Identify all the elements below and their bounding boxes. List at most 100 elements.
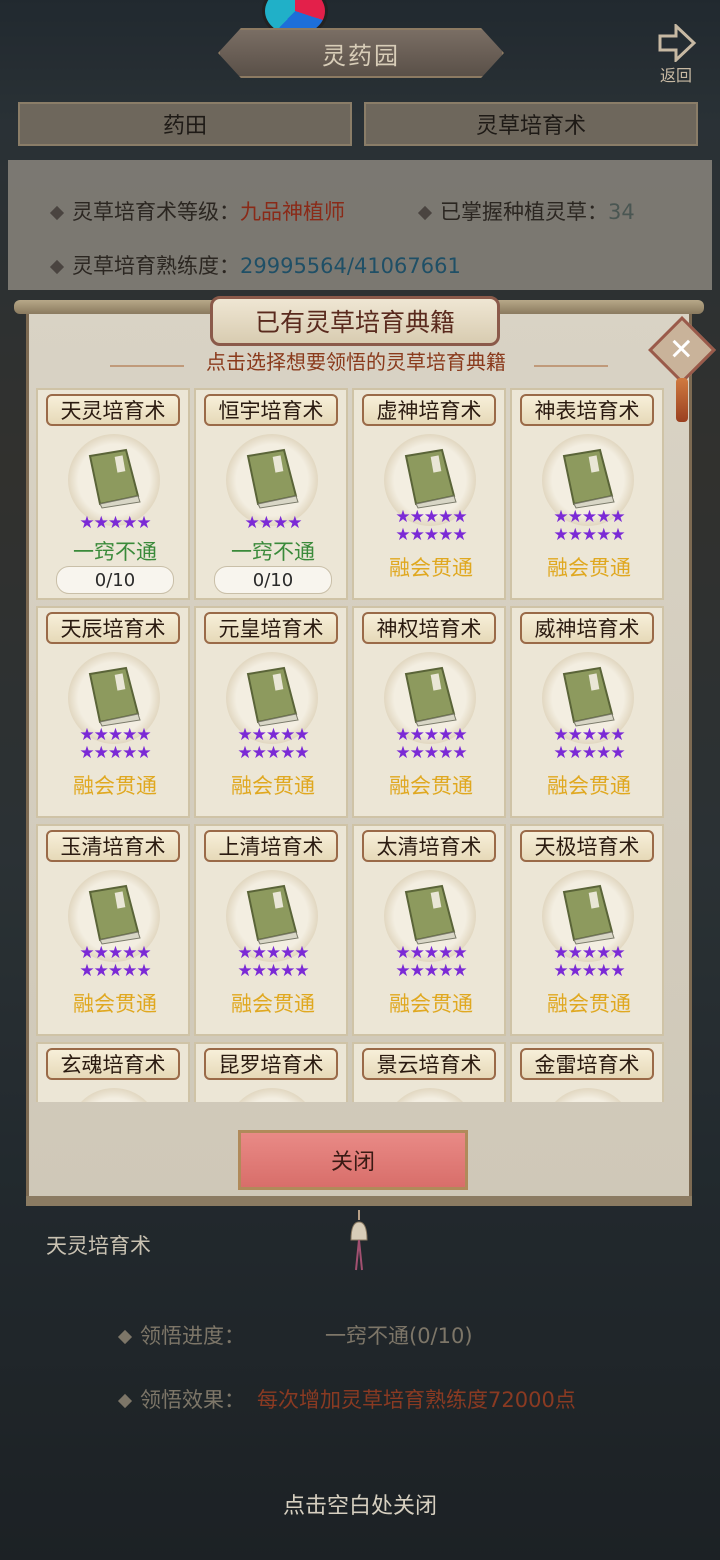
book-name: 上清培育术 <box>204 830 338 862</box>
level-row: 灵草培育术等级：九品神植师 <box>49 196 345 226</box>
bell-ornament-icon <box>350 1210 368 1271</box>
book-card[interactable]: 元皇培育术 ★★★★★ ★★★★★ 融会贯通 <box>194 606 348 818</box>
book-card[interactable]: 太清培育术 ★★★★★ ★★★★★ 融会贯通 <box>352 824 506 1036</box>
star-rating-row: ★★★★★ <box>237 943 309 963</box>
star-rating-row: ★★★★★ <box>237 725 309 745</box>
modal-title: 已有灵草培育典籍 <box>210 296 500 346</box>
book-name: 天极培育术 <box>520 830 654 862</box>
book-card[interactable]: 威神培育术 ★★★★★ ★★★★★ 融会贯通 <box>510 606 664 818</box>
tap-blank-to-close-hint[interactable]: 点击空白处关闭 <box>180 1488 540 1520</box>
star-rating-row: ★★★★★ <box>237 743 309 763</box>
star-rating-row: ★★★★★ <box>79 961 151 981</box>
book-progress: 0/10 <box>214 566 332 594</box>
diamond-bullet-icon <box>49 259 65 275</box>
book-card[interactable]: 神表培育术 ★★★★★ ★★★★★ 融会贯通 <box>510 388 664 600</box>
progress-row: 领悟进度： 一窍不通(0/10) <box>117 1320 473 1350</box>
diamond-bullet-icon <box>117 1393 133 1409</box>
star-rating-row: ★★★★★ <box>395 943 467 963</box>
star-rating-row: ★★★★★ <box>553 961 625 981</box>
star-rating-row: ★★★★★ <box>553 743 625 763</box>
page-title: 灵药园 <box>218 28 504 78</box>
book-card[interactable]: 玄魂培育术★★★★★★★★★★ <box>36 1042 190 1102</box>
book-icon <box>246 884 299 945</box>
tab-cultivation[interactable]: 灵草培育术 <box>364 102 698 146</box>
book-name: 景云培育术 <box>362 1048 496 1080</box>
star-rating-row: ★★★★★ <box>395 961 467 981</box>
book-card[interactable]: 天辰培育术 ★★★★★ ★★★★★ 融会贯通 <box>36 606 190 818</box>
book-status: 融会贯通 <box>547 774 631 798</box>
selected-book-name: 天灵培育术 <box>46 1234 151 1258</box>
book-icon <box>404 448 457 509</box>
book-name: 玉清培育术 <box>46 830 180 862</box>
star-rating-row: ★★★★★ <box>395 525 467 545</box>
book-name: 神表培育术 <box>520 394 654 426</box>
book-grid: 天灵培育术 ★★★★★ 一窍不通 0/10 恒宇培育术 ★★★★ 一窍不通 0/10 虚神培育术… <box>36 388 664 1102</box>
star-rating-row: ★★★★★ <box>79 943 151 963</box>
level-value: 九品神植师 <box>240 200 345 224</box>
back-button[interactable]: 返回 <box>640 24 712 88</box>
book-icon <box>562 884 615 945</box>
book-name: 金雷培育术 <box>520 1048 654 1080</box>
star-rating-row: ★★★★★ <box>553 725 625 745</box>
mastered-label: 已掌握种植灵草： <box>440 200 608 224</box>
book-icon <box>246 666 299 727</box>
diamond-bullet-icon <box>49 205 65 221</box>
star-rating-row: ★★★★★ <box>395 743 467 763</box>
book-icon <box>240 1100 302 1102</box>
book-card[interactable]: 玉清培育术 ★★★★★ ★★★★★ 融会贯通 <box>36 824 190 1036</box>
star-rating-row: ★★★★ <box>244 513 303 533</box>
star-rating-row: ★★★★★ <box>79 513 151 533</box>
effect-label: 领悟效果： <box>140 1388 245 1412</box>
proficiency-value: 29995564/41067661 <box>240 254 461 278</box>
book-name: 天灵培育术 <box>46 394 180 426</box>
proficiency-label: 灵草培育熟练度： <box>72 254 240 278</box>
book-card[interactable]: 虚神培育术 ★★★★★ ★★★★★ 融会贯通 <box>352 388 506 600</box>
book-name: 威神培育术 <box>520 612 654 644</box>
book-name: 天辰培育术 <box>46 612 180 644</box>
book-card[interactable]: 昆罗培育术★★★★★★★★★★ <box>194 1042 348 1102</box>
book-card[interactable]: 神权培育术 ★★★★★ ★★★★★ 融会贯通 <box>352 606 506 818</box>
mastered-value: 34 <box>608 200 635 224</box>
book-icon <box>88 448 141 509</box>
progress-value: 一窍不通(0/10) <box>325 1324 473 1348</box>
star-rating-row: ★★★★★ <box>395 507 467 527</box>
book-name: 玄魂培育术 <box>46 1048 180 1080</box>
book-card[interactable]: 天极培育术 ★★★★★ ★★★★★ 融会贯通 <box>510 824 664 1036</box>
diamond-bullet-icon <box>417 205 433 221</box>
star-rating-row: ★★★★★ <box>79 743 151 763</box>
effect-value: 每次增加灵草培育熟练度72000点 <box>257 1388 576 1412</box>
book-name: 昆罗培育术 <box>204 1048 338 1080</box>
effect-row: 领悟效果： 每次增加灵草培育熟练度72000点 <box>117 1384 576 1414</box>
book-icon <box>404 884 457 945</box>
star-rating-row: ★★★★★ <box>553 507 625 527</box>
book-status: 融会贯通 <box>73 992 157 1016</box>
book-icon <box>562 448 615 509</box>
book-grid-scroll[interactable]: 天灵培育术 ★★★★★ 一窍不通 0/10 恒宇培育术 ★★★★ 一窍不通 0/10 虚神培育术… <box>36 388 676 1102</box>
book-name: 虚神培育术 <box>362 394 496 426</box>
book-card[interactable]: 景云培育术★★★★★★★★★★ <box>352 1042 506 1102</box>
book-icon <box>82 1100 144 1102</box>
book-status: 融会贯通 <box>547 556 631 580</box>
back-label: 返回 <box>659 66 692 85</box>
proficiency-row: 灵草培育熟练度：29995564/41067661 <box>49 250 461 280</box>
modal-subtitle: 点击选择想要领悟的灵草培育典籍 <box>206 350 506 374</box>
progress-label: 领悟进度： <box>140 1324 245 1348</box>
book-status: 一窍不通 <box>231 540 315 564</box>
close-button[interactable]: 关闭 <box>238 1130 468 1190</box>
book-status: 融会贯通 <box>389 556 473 580</box>
star-rating-row: ★★★★★ <box>395 725 467 745</box>
book-icon <box>398 1100 460 1102</box>
book-icon <box>404 666 457 727</box>
book-status: 融会贯通 <box>389 992 473 1016</box>
tab-field[interactable]: 药田 <box>18 102 352 146</box>
book-progress: 0/10 <box>56 566 174 594</box>
book-icon <box>562 666 615 727</box>
book-card[interactable]: 金雷培育术★★★★★★★★★★ <box>510 1042 664 1102</box>
book-card[interactable]: 上清培育术 ★★★★★ ★★★★★ 融会贯通 <box>194 824 348 1036</box>
level-label: 灵草培育术等级： <box>72 200 240 224</box>
book-icon <box>556 1100 618 1102</box>
back-arrow-icon <box>658 24 697 62</box>
book-card[interactable]: 恒宇培育术 ★★★★ 一窍不通 0/10 <box>194 388 348 600</box>
book-card[interactable]: 天灵培育术 ★★★★★ 一窍不通 0/10 <box>36 388 190 600</box>
star-rating-row: ★★★★★ <box>237 961 309 981</box>
